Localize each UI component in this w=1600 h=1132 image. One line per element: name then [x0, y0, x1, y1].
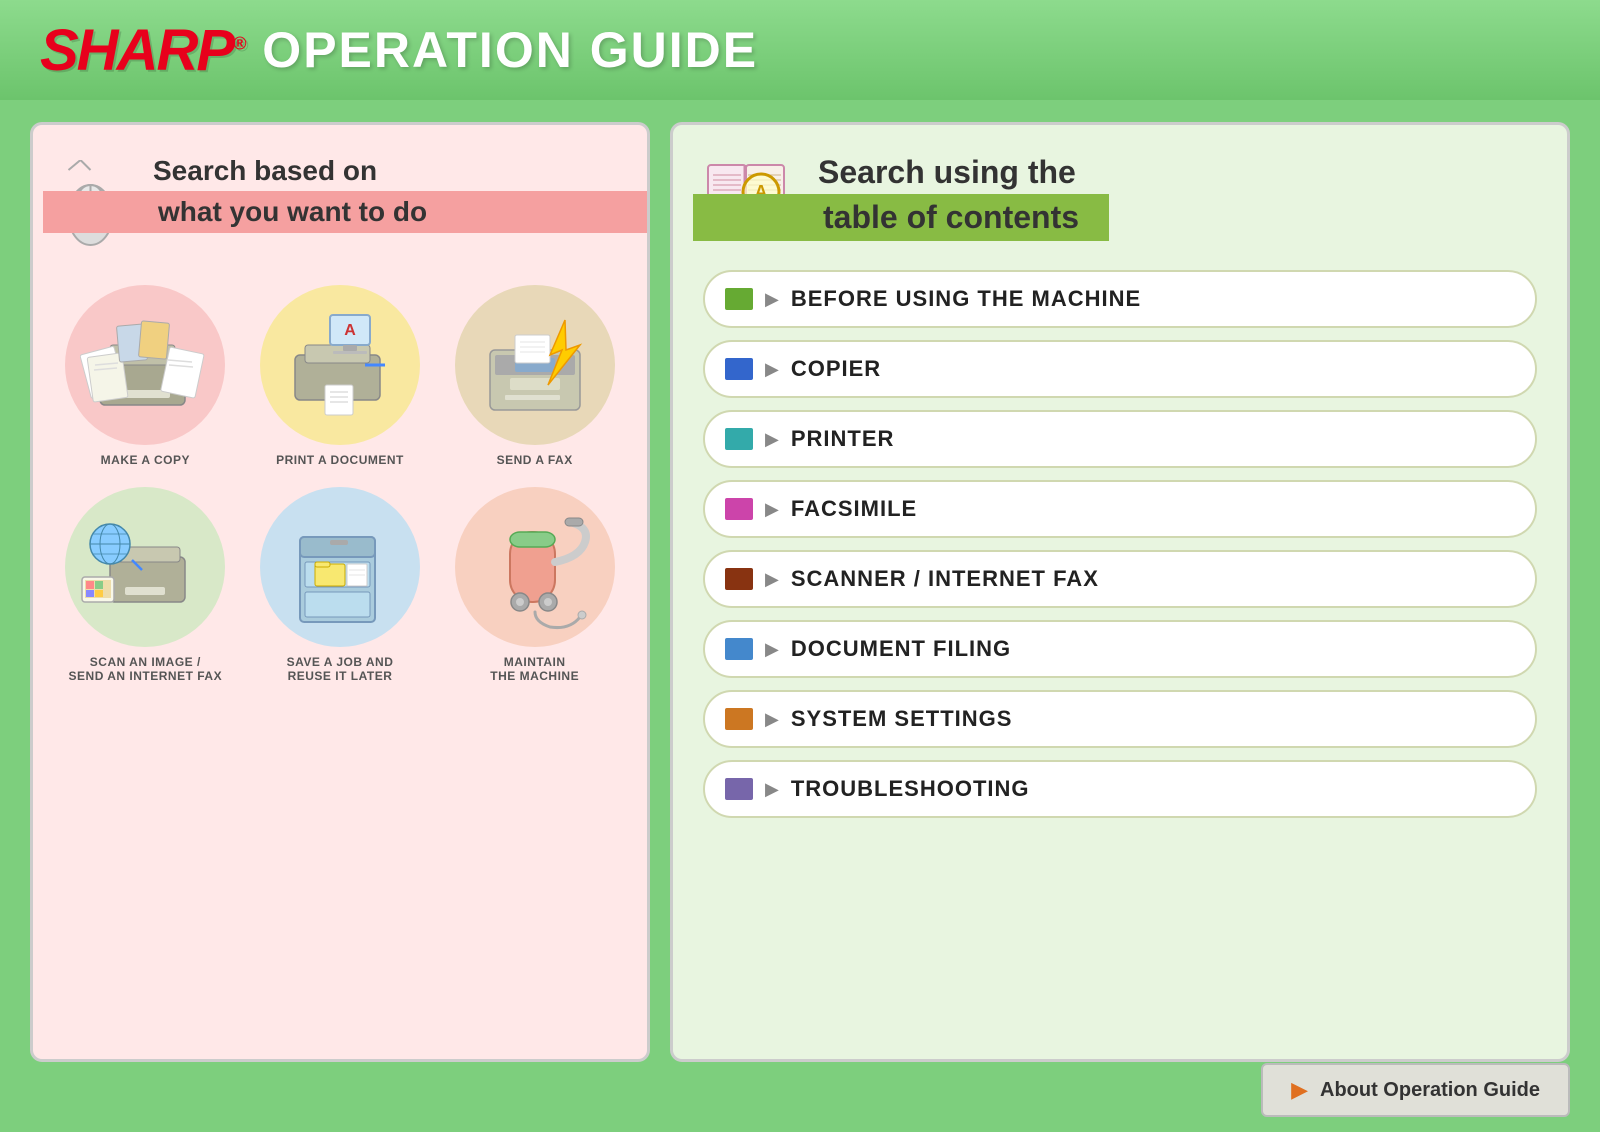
send-a-fax-item[interactable]: SEND A FAX	[442, 285, 627, 467]
arrow-copier: ▶	[765, 359, 779, 380]
right-panel: A Search using the table of contents ▶ B…	[670, 122, 1570, 1062]
left-title-line1: Search based on	[153, 155, 627, 187]
menu-item-facsimile[interactable]: ▶ FACSIMILE	[703, 480, 1537, 538]
sharp-logo: SHARP®	[40, 17, 244, 84]
fax-icon	[470, 300, 600, 430]
arrow-printer: ▶	[765, 429, 779, 450]
right-title-line2: table of contents	[823, 199, 1079, 235]
arrow-before-using: ▶	[765, 289, 779, 310]
book-troubleshooting	[725, 778, 753, 800]
scan-image-label: SCAN AN IMAGE / SEND AN INTERNET FAX	[69, 655, 223, 683]
bottom-bar: ▶ About Operation Guide	[1261, 1063, 1570, 1117]
arrow-facsimile: ▶	[765, 499, 779, 520]
maintain-label: MAINTAIN THE MACHINE	[490, 655, 579, 683]
save-job-label: SAVE A JOB AND REUSE IT LATER	[287, 655, 394, 683]
book-copier	[725, 358, 753, 380]
label-printer: PRINTER	[791, 426, 895, 452]
scan-an-image-item[interactable]: SCAN AN IMAGE / SEND AN INTERNET FAX	[53, 487, 238, 683]
header: SHARP® OPERATION GUIDE	[0, 0, 1600, 100]
send-a-fax-label: SEND A FAX	[497, 453, 573, 467]
menu-item-printer[interactable]: ▶ PRINTER	[703, 410, 1537, 468]
book-system-settings	[725, 708, 753, 730]
scan-icon	[80, 502, 210, 632]
menu-item-before-using[interactable]: ▶ BEFORE USING THE MACHINE	[703, 270, 1537, 328]
print-a-document-label: PRINT A DOCUMENT	[276, 453, 404, 467]
about-arrow-icon: ▶	[1291, 1077, 1308, 1103]
save-a-job-item[interactable]: SAVE A JOB AND REUSE IT LATER	[248, 487, 433, 683]
menu-item-system-settings[interactable]: ▶ SYSTEM SETTINGS	[703, 690, 1537, 748]
arrow-system-settings: ▶	[765, 709, 779, 730]
label-scanner: SCANNER / INTERNET FAX	[791, 566, 1099, 592]
label-troubleshooting: TROUBLESHOOTING	[791, 776, 1030, 802]
label-before-using: BEFORE USING THE MACHINE	[791, 286, 1141, 312]
arrow-document-filing: ▶	[765, 639, 779, 660]
label-copier: COPIER	[791, 356, 881, 382]
left-panel: Search based on what you want to do	[30, 122, 650, 1062]
label-system-settings: SYSTEM SETTINGS	[791, 706, 1013, 732]
book-document-filing	[725, 638, 753, 660]
menu-items-list: ▶ BEFORE USING THE MACHINE ▶ COPIER ▶ PR…	[703, 270, 1537, 818]
right-header: A Search using the table of contents	[703, 150, 1537, 245]
book-before-using	[725, 288, 753, 310]
operation-guide-title: OPERATION GUIDE	[262, 21, 758, 79]
about-operation-guide-button[interactable]: ▶ About Operation Guide	[1261, 1063, 1570, 1117]
icons-grid: MAKE A COPY	[53, 285, 627, 683]
about-label: About Operation Guide	[1320, 1079, 1540, 1102]
arrow-scanner: ▶	[765, 569, 779, 590]
book-printer	[725, 428, 753, 450]
menu-item-document-filing[interactable]: ▶ DOCUMENT FILING	[703, 620, 1537, 678]
menu-item-scanner[interactable]: ▶ SCANNER / INTERNET FAX	[703, 550, 1537, 608]
arrow-troubleshooting: ▶	[765, 779, 779, 800]
menu-item-troubleshooting[interactable]: ▶ TROUBLESHOOTING	[703, 760, 1537, 818]
make-a-copy-item[interactable]: MAKE A COPY	[53, 285, 238, 467]
book-scanner	[725, 568, 753, 590]
copier-icon	[80, 300, 210, 430]
main-content: Search based on what you want to do	[30, 122, 1570, 1062]
save-job-icon	[275, 502, 405, 632]
menu-item-copier[interactable]: ▶ COPIER	[703, 340, 1537, 398]
label-document-filing: DOCUMENT FILING	[791, 636, 1011, 662]
svg-text:A: A	[344, 322, 356, 339]
maintain-machine-item[interactable]: MAINTAIN THE MACHINE	[442, 487, 627, 683]
left-title-line2: what you want to do	[158, 196, 427, 227]
make-a-copy-label: MAKE A COPY	[101, 453, 190, 467]
label-facsimile: FACSIMILE	[791, 496, 917, 522]
maintain-icon	[470, 502, 600, 632]
print-doc-icon: A	[275, 300, 405, 430]
book-facsimile	[725, 498, 753, 520]
print-a-document-item[interactable]: A PRINT A DOCUMENT	[248, 285, 433, 467]
right-title-line1: Search using the	[818, 154, 1079, 191]
